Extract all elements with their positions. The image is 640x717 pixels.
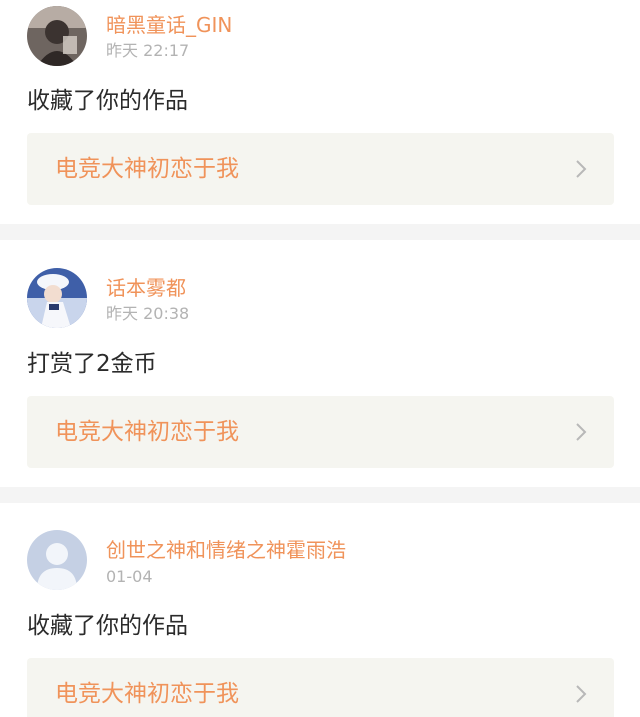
work-link-card[interactable]: 电竞大神初恋于我 [27, 396, 614, 468]
action-text: 收藏了你的作品 [27, 88, 188, 114]
action-text: 打赏了2金币 [27, 351, 157, 377]
work-title: 电竞大神初恋于我 [55, 419, 239, 445]
username-link[interactable]: 话本雾都 [106, 276, 186, 300]
action-text: 收藏了你的作品 [27, 613, 188, 639]
username-link[interactable]: 暗黑童话_GIN [106, 13, 232, 37]
work-title: 电竞大神初恋于我 [55, 681, 239, 707]
work-title: 电竞大神初恋于我 [55, 156, 239, 182]
user-avatar-anime-icon[interactable] [27, 268, 87, 328]
user-avatar-photo-icon[interactable] [27, 6, 87, 66]
work-link-card[interactable]: 电竞大神初恋于我 [27, 658, 614, 717]
work-link-card[interactable]: 电竞大神初恋于我 [27, 133, 614, 205]
default-avatar-icon[interactable] [27, 530, 87, 590]
timestamp: 昨天 20:38 [106, 304, 190, 323]
chevron-right-icon [576, 423, 587, 441]
chevron-right-icon [576, 160, 587, 178]
notification-item: 创世之神和情绪之神霍雨浩 01-04 收藏了你的作品 电竞大神初恋于我 [0, 503, 640, 717]
timestamp: 昨天 22:17 [106, 41, 190, 60]
username-link[interactable]: 创世之神和情绪之神霍雨浩 [106, 538, 346, 562]
chevron-right-icon [576, 685, 587, 703]
timestamp: 01-04 [106, 567, 153, 586]
notification-feed: 暗黑童话_GIN 昨天 22:17 收藏了你的作品 电竞大神初恋于我 话本雾都 … [0, 0, 640, 717]
section-divider [0, 487, 640, 503]
notification-item: 暗黑童话_GIN 昨天 22:17 收藏了你的作品 电竞大神初恋于我 [0, 0, 640, 224]
section-divider [0, 224, 640, 240]
notification-item: 话本雾都 昨天 20:38 打赏了2金币 电竞大神初恋于我 [0, 240, 640, 487]
